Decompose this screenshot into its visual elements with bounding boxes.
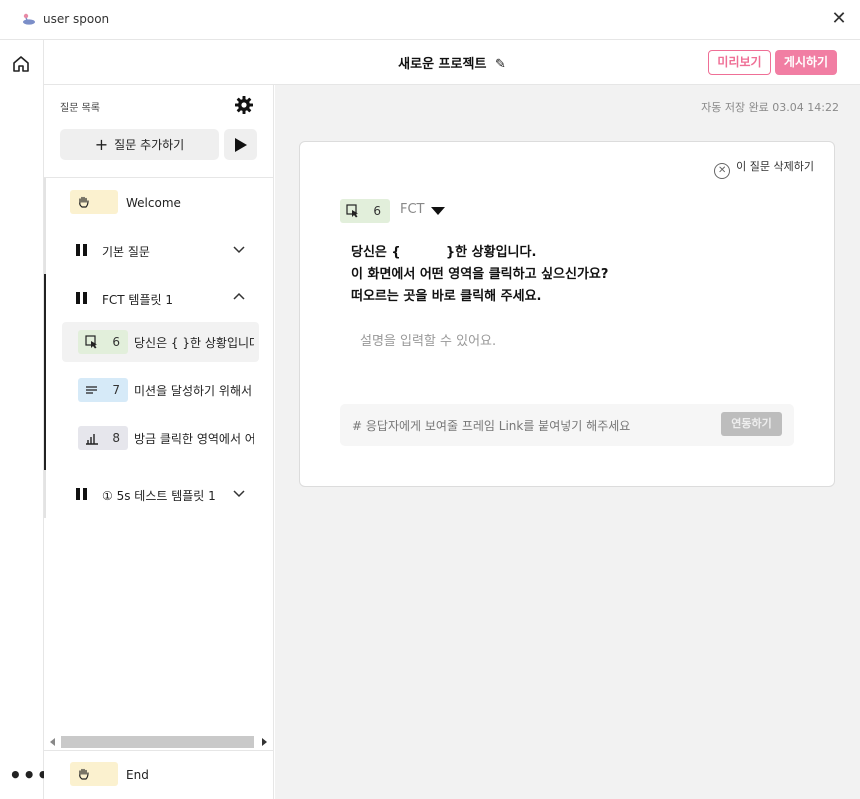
chevron-up-icon[interactable] xyxy=(232,290,246,304)
group-icon xyxy=(76,244,88,256)
hand-wave-icon xyxy=(79,768,89,780)
project-title-text: 새로운 프로젝트 xyxy=(398,57,487,72)
group-5s-test-template[interactable]: ① 5s 테스트 템플릿 1 xyxy=(44,472,273,516)
group-icon xyxy=(76,292,88,304)
chevron-down-icon[interactable] xyxy=(232,486,246,500)
list-item-question-6[interactable]: 6 당신은 { }한 상황입니다. xyxy=(62,322,259,362)
publish-button[interactable]: 게시하기 xyxy=(775,50,837,75)
question-number: 6 xyxy=(373,204,381,218)
question-line: 당신은 { }한 상황입니다. xyxy=(351,245,537,260)
question-list: Welcome 기본 질문 FCT 템플릿 1 6 당신은 {}한 상황입니다… xyxy=(44,178,273,738)
scroll-right-icon[interactable] xyxy=(262,738,267,746)
close-icon[interactable]: ✕ xyxy=(828,8,850,30)
question-number: 7 xyxy=(112,383,120,397)
list-item-end[interactable]: End xyxy=(44,752,273,796)
chevron-down-icon[interactable] xyxy=(232,242,246,256)
delete-question-label: 이 질문 삭제하기 xyxy=(736,160,814,173)
frame-link-input[interactable]: # 응답자에게 보여줄 프레임 Link를 붙여넣기 해주세요 xyxy=(352,417,630,434)
question-text: 당신은 { }한 상황입니다. xyxy=(134,336,254,350)
title-bar: user spoon ✕ xyxy=(0,0,860,40)
question-sidebar: 질문 목록 + 질문 추가하기 Welcome 기본 질문 FCT 템플릿 1 … xyxy=(44,85,274,799)
question-number: 6 xyxy=(112,335,120,349)
end-divider xyxy=(44,750,273,751)
play-button[interactable] xyxy=(224,129,257,160)
scroll-left-icon[interactable] xyxy=(50,738,55,746)
question-number: 8 xyxy=(112,431,120,445)
horizontal-scroll-thumb[interactable] xyxy=(61,736,254,748)
more-icon[interactable]: ••• xyxy=(9,765,49,785)
close-circle-icon: ✕ xyxy=(714,163,731,179)
question-tag: 6 xyxy=(78,330,128,354)
group-icon xyxy=(76,488,88,500)
group-label: ① 5s 테스트 템플릿 1 xyxy=(102,489,216,503)
welcome-tag xyxy=(70,190,118,214)
question-tag: 6 xyxy=(340,199,390,223)
editor-area: 자동 저장 완료 03.04 14:22 ✕ 이 질문 삭제하기 6 FCT 당신… xyxy=(275,85,860,799)
delete-question-button[interactable]: ✕ 이 질문 삭제하기 xyxy=(714,158,814,179)
preview-button[interactable]: 미리보기 xyxy=(708,50,771,75)
question-line: 이 화면에서 어떤 영역을 클릭하고 싶으신가요? xyxy=(351,267,609,282)
left-rail: ••• xyxy=(0,40,49,799)
frame-link-row: # 응답자에게 보여줄 프레임 Link를 붙여넣기 해주세요 연동하기 xyxy=(340,404,794,446)
edit-icon[interactable]: ✎ xyxy=(495,57,506,72)
caret-down-icon[interactable] xyxy=(431,207,445,215)
home-icon[interactable] xyxy=(11,54,31,74)
question-text: 방금 클릭한 영역에서 어떤 점이 좋았나요? xyxy=(134,432,254,446)
add-question-button[interactable]: + 질문 추가하기 xyxy=(60,129,219,160)
question-tag: 8 xyxy=(78,426,128,450)
header-bar: 새로운 프로젝트 ✎ 미리보기 게시하기 xyxy=(44,40,860,85)
app-title: user spoon xyxy=(43,12,110,26)
description-input[interactable]: 설명을 입력할 수 있어요. xyxy=(360,330,496,349)
question-list-label: 질문 목록 xyxy=(60,103,100,114)
question-body[interactable]: 당신은 { }한 상황입니다. 이 화면에서 어떤 영역을 클릭하고 싶으신가요… xyxy=(351,242,608,308)
user-spoon-logo-icon xyxy=(23,13,35,25)
group-label: FCT 템플릿 1 xyxy=(102,293,173,307)
click-icon xyxy=(85,335,97,349)
text-lines-icon xyxy=(86,386,97,394)
group-fct-template[interactable]: FCT 템플릿 1 xyxy=(44,276,273,320)
plus-icon: + xyxy=(94,135,109,154)
question-type-select[interactable]: FCT xyxy=(400,202,425,217)
app-window: user spoon ✕ ••• 새로운 프로젝트 ✎ 미리보기 게시하기 질문… xyxy=(0,0,860,799)
group-label: 기본 질문 xyxy=(102,245,150,259)
list-item-question-7[interactable]: 7 미션을 달성하기 위해서 어떻게 하시겠어요? xyxy=(62,370,259,410)
gear-icon[interactable] xyxy=(234,95,254,115)
question-card: ✕ 이 질문 삭제하기 6 FCT 당신은 { }한 상황입니다. 이 화면에서 … xyxy=(299,141,835,487)
bar-chart-icon xyxy=(86,434,98,445)
list-item-welcome[interactable]: Welcome xyxy=(44,180,273,224)
question-tag: 7 xyxy=(78,378,128,402)
list-item-question-8[interactable]: 8 방금 클릭한 영역에서 어떤 점이 좋았나요? xyxy=(62,418,259,458)
autosave-status: 자동 저장 완료 03.04 14:22 xyxy=(701,101,839,114)
group-basic-questions[interactable]: 기본 질문 xyxy=(44,228,273,272)
end-label: End xyxy=(126,768,149,782)
question-line: 떠오르는 곳을 바로 클릭해 주세요. xyxy=(351,289,542,304)
end-tag xyxy=(70,762,118,786)
click-icon xyxy=(346,204,358,218)
welcome-label: Welcome xyxy=(126,196,181,210)
question-text: 미션을 달성하기 위해서 어떻게 하시겠어요? xyxy=(134,384,254,398)
connect-button[interactable]: 연동하기 xyxy=(721,412,782,436)
hand-wave-icon xyxy=(79,196,89,208)
horizontal-scrollbar[interactable] xyxy=(44,735,273,749)
add-question-label: 질문 추가하기 xyxy=(114,138,185,152)
